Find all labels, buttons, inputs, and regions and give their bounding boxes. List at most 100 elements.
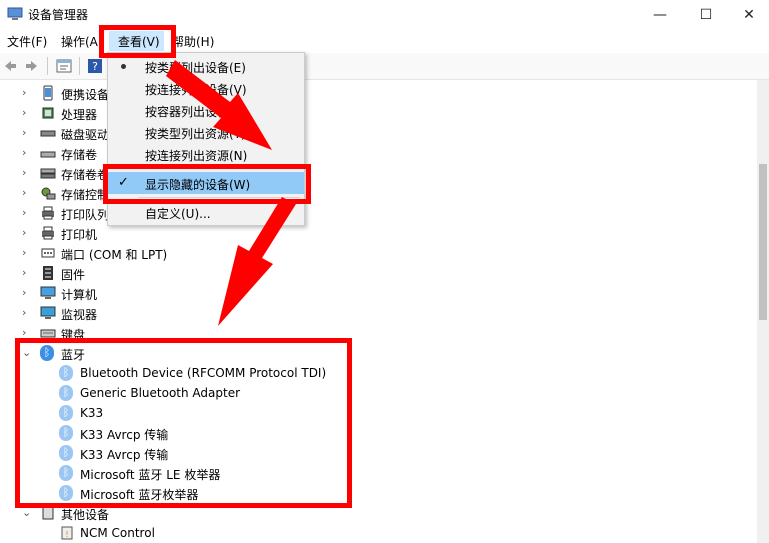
menu-item-label: 按容器列出设备	[145, 105, 230, 119]
bluetooth-icon: ᛒ	[59, 365, 73, 381]
tree-label: 打印队列	[61, 208, 110, 222]
disk-drive-icon	[40, 130, 56, 137]
storage-controller-icon	[41, 187, 56, 200]
tree-row-printer[interactable]: › 打印机	[0, 223, 757, 243]
tree-row-bt-device[interactable]: ᛒ Microsoft 蓝牙枚举器	[0, 483, 757, 503]
tree-row-keyboard[interactable]: › 键盘	[0, 323, 757, 343]
close-button[interactable]: ✕	[726, 0, 769, 30]
tree-label: K33 Avrcp 传输	[80, 448, 169, 462]
menu-item-show-hidden[interactable]: ✓ 显示隐藏的设备(W)	[108, 172, 304, 194]
tree-label: 存储卷	[61, 148, 98, 162]
chevron-right-icon[interactable]: ›	[22, 246, 32, 260]
menu-item-resources-by-type[interactable]: 按类型列出资源(Y)	[108, 121, 304, 143]
bluetooth-icon: ᛒ	[59, 385, 73, 401]
menu-item-label: 显示隐藏的设备(W)	[145, 178, 251, 192]
chevron-right-icon[interactable]: ›	[22, 186, 32, 200]
menu-item-by-container[interactable]: 按容器列出设备	[108, 99, 304, 121]
tree-label: NCM Control	[80, 526, 155, 540]
tree-row-monitor[interactable]: › 监视器	[0, 303, 757, 323]
help-icon[interactable]: ?	[87, 58, 103, 74]
tree-row-firmware[interactable]: › 固件	[0, 263, 757, 283]
monitor-icon	[40, 306, 56, 319]
menu-item-customize[interactable]: 自定义(U)...	[108, 201, 304, 223]
bluetooth-icon: ᛒ	[59, 405, 73, 421]
chevron-right-icon[interactable]: ›	[22, 86, 32, 100]
menu-item-label: 按类型列出设备(E)	[145, 61, 246, 75]
tree-row-other-devices[interactable]: ⌄ 其他设备	[0, 503, 757, 523]
chevron-right-icon[interactable]: ›	[22, 146, 32, 160]
chevron-right-icon[interactable]: ›	[22, 206, 32, 220]
tree-label: 处理器	[61, 108, 98, 122]
menu-item-by-type[interactable]: 按类型列出设备(E)	[108, 55, 304, 77]
device-manager-icon	[7, 7, 23, 20]
tree-label: K33	[80, 406, 104, 420]
scrollbar-thumb[interactable]	[759, 164, 767, 320]
menu-view[interactable]: 查看(V)	[118, 33, 160, 50]
toolbar-separator	[47, 57, 48, 75]
bluetooth-icon: ᛒ	[59, 485, 73, 501]
tree-row-bt-device[interactable]: ᛒ K33 Avrcp 传输	[0, 443, 757, 463]
tree-row-bt-device[interactable]: ᛒ Microsoft 蓝牙 LE 枚举器	[0, 463, 757, 483]
menu-item-label: 按连接列出设备(V)	[145, 83, 247, 97]
storage-volume-icon	[40, 151, 56, 158]
tree-label: 监视器	[61, 308, 98, 322]
bluetooth-icon: ᛒ	[59, 425, 73, 441]
tree-label: Bluetooth Device (RFCOMM Protocol TDI)	[80, 366, 327, 380]
chevron-right-icon[interactable]: ›	[22, 266, 32, 280]
tree-label: 蓝牙	[61, 348, 86, 362]
bluetooth-icon: ᛒ	[59, 465, 73, 481]
svg-text:?: ?	[92, 60, 98, 73]
tree-row-computer[interactable]: › 计算机	[0, 283, 757, 303]
print-queue-icon	[42, 206, 54, 220]
menu-item-by-connection[interactable]: 按连接列出设备(V)	[108, 77, 304, 99]
checkmark-icon: ✓	[118, 175, 129, 190]
keyboard-icon	[40, 329, 56, 338]
tree-label: K33 Avrcp 传输	[80, 428, 169, 442]
radio-bullet-icon	[121, 64, 126, 69]
tree-row-bt-device[interactable]: ᛒ Bluetooth Device (RFCOMM Protocol TDI)	[0, 363, 757, 383]
forward-arrow-icon[interactable]	[24, 58, 40, 74]
menu-help[interactable]: 帮助(H)	[172, 33, 214, 50]
minimize-button[interactable]: —	[637, 0, 683, 30]
menu-item-resources-by-connection[interactable]: 按连接列出资源(N)	[108, 143, 304, 165]
tree-label: Microsoft 蓝牙 LE 枚举器	[80, 468, 221, 482]
chevron-right-icon[interactable]: ›	[22, 286, 32, 300]
chevron-down-icon[interactable]: ⌄	[22, 346, 32, 360]
chevron-right-icon[interactable]: ›	[22, 126, 32, 140]
firmware-icon	[43, 266, 53, 280]
chevron-right-icon[interactable]: ›	[22, 226, 32, 240]
menu-file[interactable]: 文件(F)	[7, 33, 47, 50]
tree-row-bt-device[interactable]: ᛒ K33 Avrcp 传输	[0, 423, 757, 443]
maximize-button[interactable]: ☐	[683, 0, 729, 30]
tree-label: 打印机	[61, 228, 98, 242]
computer-icon	[40, 286, 56, 299]
tree-row-bt-device[interactable]: ᛒ Generic Bluetooth Adapter	[0, 383, 757, 403]
menu-item-label: 自定义(U)...	[145, 207, 211, 221]
menu-separator	[138, 167, 300, 168]
bluetooth-icon: ᛒ	[59, 445, 73, 461]
tree-label: Generic Bluetooth Adapter	[80, 386, 241, 400]
chevron-right-icon[interactable]: ›	[22, 106, 32, 120]
back-arrow-icon[interactable]	[2, 58, 18, 74]
tree-label: Microsoft 蓝牙枚举器	[80, 488, 199, 502]
view-dropdown-menu: 按类型列出设备(E) 按连接列出设备(V) 按容器列出设备 按类型列出资源(Y)…	[107, 52, 305, 226]
menu-action[interactable]: 操作(A)	[61, 33, 103, 50]
tree-label: 端口 (COM 和 LPT)	[61, 248, 168, 262]
tree-label: 其他设备	[61, 508, 110, 522]
chevron-right-icon[interactable]: ›	[22, 326, 32, 340]
processor-icon	[42, 107, 54, 119]
chevron-right-icon[interactable]: ›	[22, 306, 32, 320]
tree-label: 便携设备	[61, 88, 110, 102]
tree-row-bluetooth[interactable]: ⌄ ᛒ 蓝牙	[0, 343, 757, 363]
storage-volume-shadow-icon	[40, 168, 56, 179]
portable-device-icon	[43, 85, 53, 101]
chevron-right-icon[interactable]: ›	[22, 166, 32, 180]
tree-row-ports[interactable]: › 端口 (COM 和 LPT)	[0, 243, 757, 263]
printer-icon	[42, 226, 54, 240]
toolbar-separator	[79, 57, 80, 75]
properties-icon[interactable]	[56, 58, 72, 74]
tree-row-ncm-control[interactable]: ! NCM Control	[0, 523, 757, 543]
chevron-down-icon[interactable]: ⌄	[22, 506, 32, 520]
tree-row-bt-device[interactable]: ᛒ K33	[0, 403, 757, 423]
port-icon	[41, 248, 55, 258]
